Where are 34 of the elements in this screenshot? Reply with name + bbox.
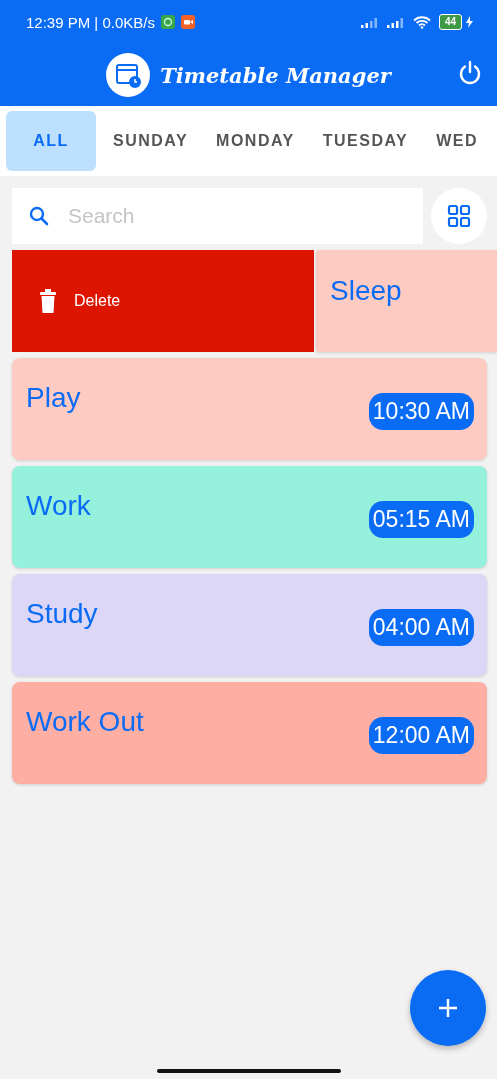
grid-icon [447,204,471,228]
video-notification-icon [180,15,195,29]
task-card[interactable]: Play 10:30 AM [12,358,487,460]
day-tab[interactable]: TUESDAY [311,111,420,171]
task-title: Study [26,598,98,630]
task-card[interactable]: Sleep [316,250,497,352]
wifi-icon [412,15,431,29]
day-tab[interactable]: WED [425,111,490,171]
add-button[interactable] [410,970,486,1046]
task-card[interactable]: Work Out 12:00 AM [12,682,487,784]
app-notification-icon [160,15,175,29]
status-time: 12:39 PM | 0.0KB/s [26,13,155,31]
delete-button[interactable]: Delete [12,250,314,352]
plus-icon [438,998,458,1018]
task-title: Sleep [330,275,402,307]
task-title: Work Out [26,706,144,738]
time-badge: 10:30 AM [368,393,474,430]
task-title: Play [26,382,81,414]
battery-indicator: 44 [438,14,462,30]
day-tab[interactable]: MONDAY [205,111,306,171]
power-icon[interactable] [457,60,483,86]
app-title: Timetable Manager [160,62,391,88]
time-badge: 04:00 AM [368,609,474,646]
day-tab[interactable]: ALL [6,111,96,171]
time-badge: 05:15 AM [368,501,474,538]
calendar-clock-icon [106,53,151,97]
day-tab[interactable]: SUNDAY [102,111,200,171]
task-card[interactable]: Study 04:00 AM [12,574,487,676]
search-field[interactable]: Search [12,188,423,244]
time-badge: 12:00 AM [368,717,474,754]
task-title: Work [26,490,91,522]
trash-icon [40,289,56,313]
task-card[interactable]: Work 05:15 AM [12,466,487,568]
charging-icon [466,16,473,28]
